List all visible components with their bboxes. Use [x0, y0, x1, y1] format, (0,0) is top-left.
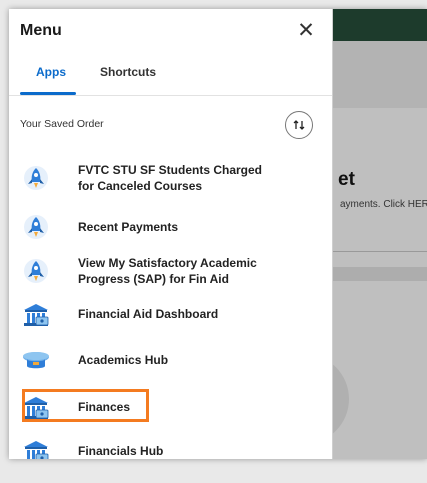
menu-item-sap-fin-aid[interactable]: View My Satisfactory Academic Progress (… — [20, 254, 320, 288]
background-header — [332, 41, 427, 108]
close-icon: ✕ — [297, 18, 315, 42]
bank-icon — [20, 436, 52, 459]
menu-item-financial-aid-dashboard[interactable]: Financial Aid Dashboard — [20, 299, 320, 329]
sort-button[interactable] — [285, 111, 313, 139]
tabs-divider — [9, 95, 332, 96]
bank-icon — [20, 299, 52, 331]
menu-item-label: FVTC STU SF Students Charged for Cancele… — [78, 163, 263, 193]
menu-item-label: View My Satisfactory Academic Progress (… — [78, 256, 257, 286]
menu-item-label: Recent Payments — [78, 220, 179, 234]
menu-item-fvtc-canceled-courses[interactable]: FVTC STU SF Students Charged for Cancele… — [20, 161, 320, 195]
background-band — [332, 267, 427, 281]
background-description: ayments. Click HERE — [340, 199, 427, 210]
menu-item-academics-hub[interactable]: Academics Hub — [20, 345, 320, 375]
menu-item-recent-payments[interactable]: Recent Payments — [20, 212, 320, 242]
menu-item-label: Financial Aid Dashboard — [78, 307, 219, 321]
screenshot-frame: et ayments. Click HERE Menu ✕ Apps Short… — [9, 9, 427, 459]
menu-item-label: Academics Hub — [78, 353, 169, 367]
finances-highlight-box — [22, 389, 149, 422]
menu-item-financials-hub[interactable]: Financials Hub — [20, 436, 320, 459]
menu-title: Menu — [20, 22, 62, 39]
rocket-icon — [20, 162, 52, 194]
tab-apps[interactable]: Apps — [36, 65, 66, 79]
menu-panel: Menu ✕ Apps Shortcuts Your Saved Order F… — [9, 9, 333, 459]
graduation-cap-icon — [20, 345, 52, 377]
rocket-icon — [20, 255, 52, 287]
close-button[interactable]: ✕ — [295, 18, 317, 42]
tab-shortcuts[interactable]: Shortcuts — [100, 65, 156, 79]
rocket-icon — [20, 211, 52, 243]
menu-item-label: Financials Hub — [78, 444, 164, 458]
background-title: et — [338, 169, 355, 190]
saved-order-label: Your Saved Order — [20, 118, 104, 130]
background-divider — [332, 251, 427, 252]
sort-arrows-icon — [293, 120, 305, 130]
